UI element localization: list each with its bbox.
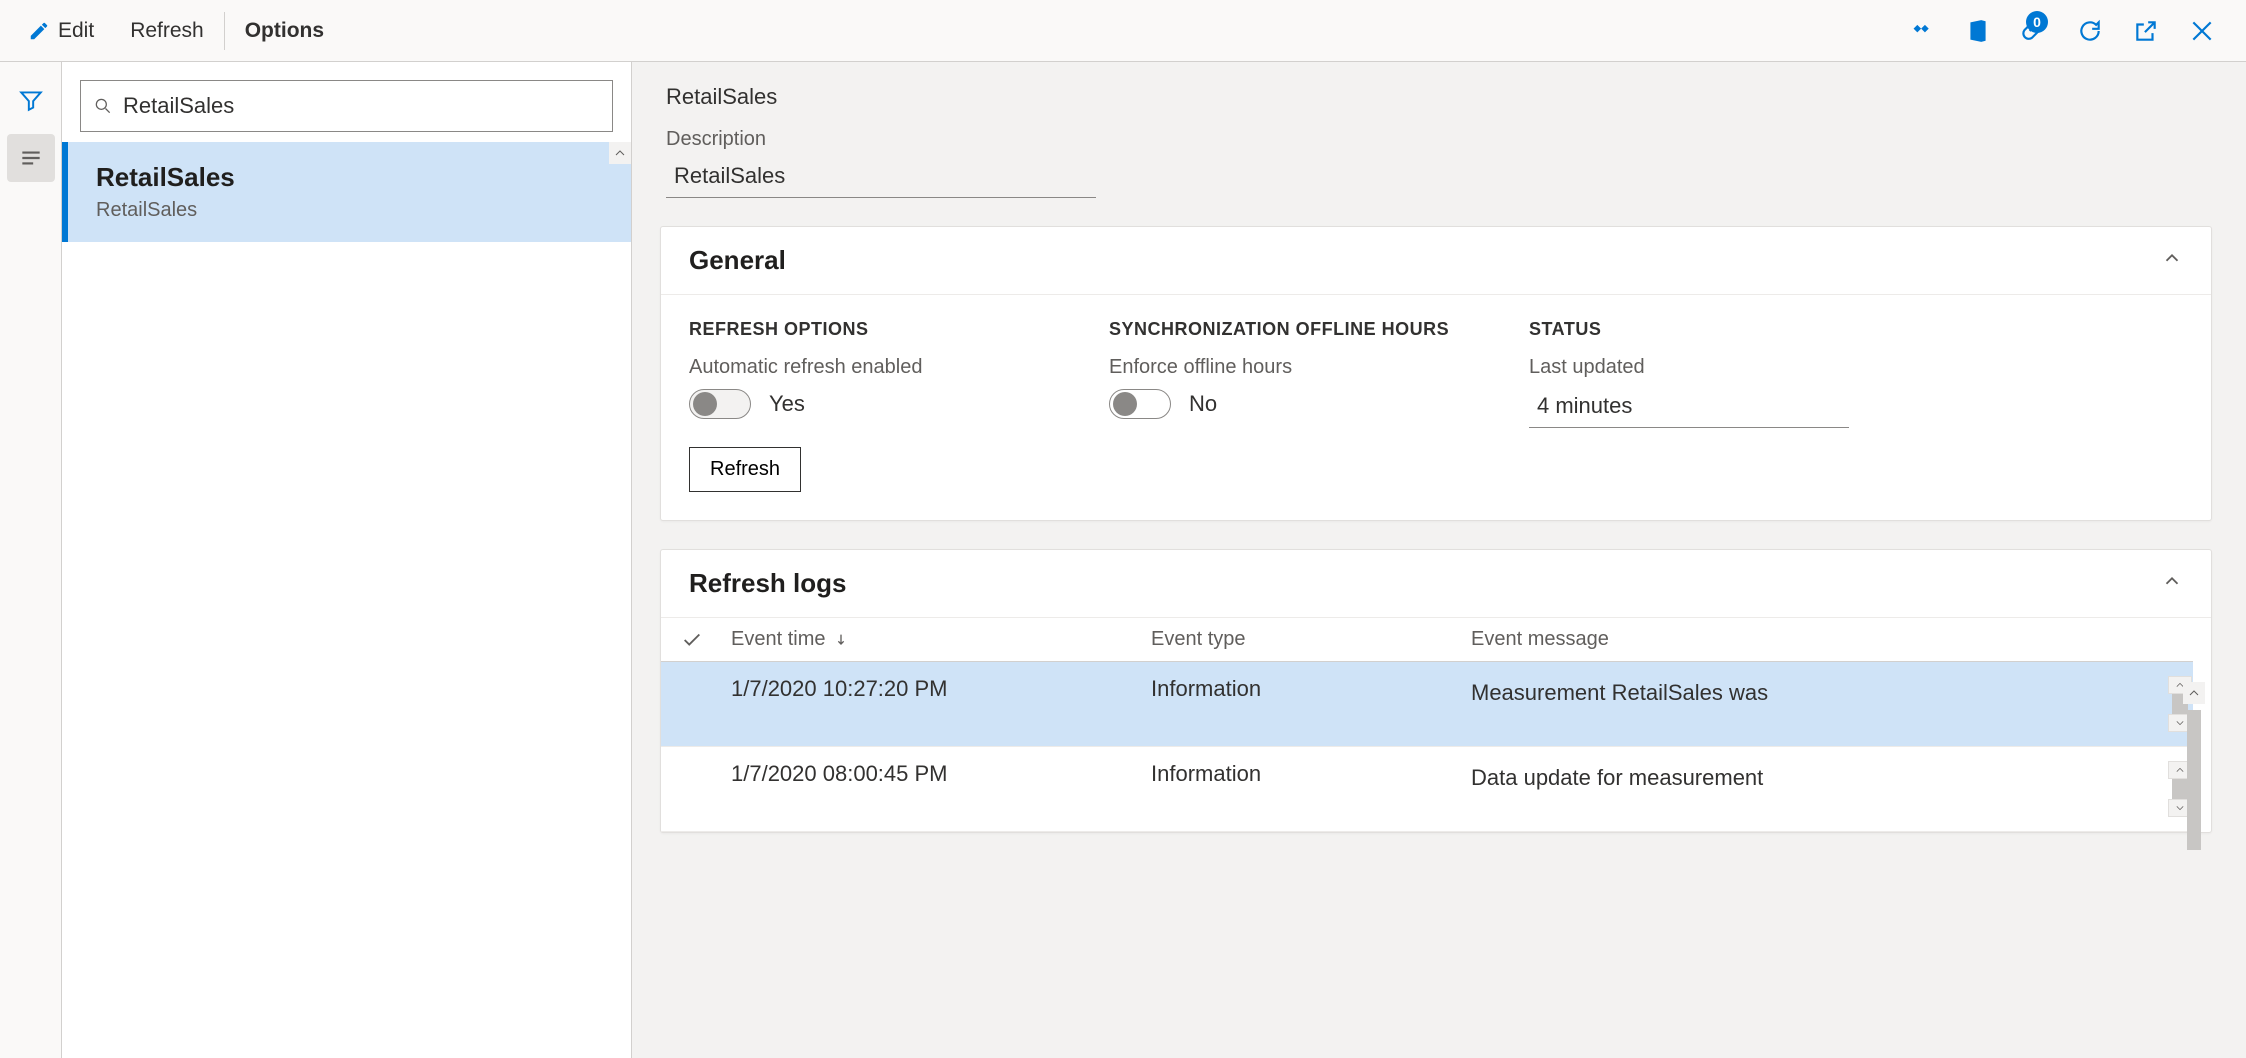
col-event-message[interactable]: Event message bbox=[1471, 628, 2163, 651]
cell-event-time: 1/7/2020 10:27:20 PM bbox=[731, 676, 1151, 702]
pencil-icon bbox=[28, 20, 50, 42]
auto-refresh-toggle[interactable] bbox=[689, 389, 751, 419]
command-bar: Edit Refresh Options 0 bbox=[0, 0, 2246, 62]
enforce-label: Enforce offline hours bbox=[1109, 356, 1469, 379]
attachments-badge: 0 bbox=[2026, 11, 2048, 33]
popout-button[interactable] bbox=[2132, 17, 2160, 45]
scroll-up-icon[interactable] bbox=[609, 142, 631, 164]
list-item-title: RetailSales bbox=[96, 162, 603, 193]
list-item-subtitle: RetailSales bbox=[96, 199, 603, 222]
office-icon bbox=[1965, 18, 1991, 44]
sync-heading: SYNCHRONIZATION OFFLINE HOURS bbox=[1109, 319, 1469, 340]
description-value[interactable]: RetailSales bbox=[666, 159, 1096, 198]
popout-icon bbox=[2133, 18, 2159, 44]
status-heading: STATUS bbox=[1529, 319, 1889, 340]
refresh-logs-header[interactable]: Refresh logs bbox=[661, 550, 2211, 618]
refresh-logs-card: Refresh logs Event time bbox=[660, 549, 2212, 833]
sync-offline-group: SYNCHRONIZATION OFFLINE HOURS Enforce of… bbox=[1109, 319, 1469, 492]
col-event-type-label: Event type bbox=[1151, 628, 1246, 651]
col-event-type[interactable]: Event type bbox=[1151, 628, 1471, 651]
options-command[interactable]: Options bbox=[227, 0, 342, 62]
refresh-logs-title: Refresh logs bbox=[689, 568, 847, 599]
list-pane: RetailSales RetailSales bbox=[62, 62, 632, 1058]
command-bar-right: 0 bbox=[1908, 17, 2236, 45]
list-item[interactable]: RetailSales RetailSales bbox=[62, 142, 631, 242]
status-group: STATUS Last updated 4 minutes bbox=[1529, 319, 1889, 492]
command-bar-left: Edit Refresh Options bbox=[10, 0, 374, 62]
search-input[interactable] bbox=[123, 93, 600, 119]
table-row[interactable]: 1/7/2020 10:27:20 PM Information Measure… bbox=[661, 662, 2193, 747]
sort-down-icon bbox=[833, 632, 849, 648]
enforce-value: No bbox=[1189, 391, 1217, 417]
refresh-button[interactable]: Refresh bbox=[689, 447, 801, 492]
col-event-message-label: Event message bbox=[1471, 628, 1609, 651]
filter-button[interactable] bbox=[7, 76, 55, 124]
refresh-options-heading: REFRESH OPTIONS bbox=[689, 319, 1049, 340]
refresh-options-group: REFRESH OPTIONS Automatic refresh enable… bbox=[689, 319, 1049, 492]
cell-event-message: Data update for measurement bbox=[1471, 761, 2157, 794]
cell-event-type: Information bbox=[1151, 676, 1471, 702]
search-icon bbox=[93, 96, 113, 116]
grid-header: Event time Event type Event message bbox=[661, 618, 2193, 662]
attachments-button[interactable]: 0 bbox=[2020, 17, 2048, 45]
close-icon bbox=[2189, 18, 2215, 44]
options-label: Options bbox=[245, 19, 324, 43]
command-separator bbox=[224, 12, 225, 50]
col-event-time-label: Event time bbox=[731, 628, 825, 651]
refresh-command[interactable]: Refresh bbox=[112, 0, 222, 62]
main-layout: RetailSales RetailSales RetailSales Desc… bbox=[0, 62, 2246, 1058]
last-updated-label: Last updated bbox=[1529, 356, 1889, 379]
detail-pane: RetailSales Description RetailSales Gene… bbox=[632, 62, 2246, 1058]
enforce-offline-toggle[interactable] bbox=[1109, 389, 1171, 419]
auto-refresh-value: Yes bbox=[769, 391, 805, 417]
general-card-title: General bbox=[689, 245, 786, 276]
cell-event-message: Measurement RetailSales was bbox=[1471, 676, 2157, 709]
last-updated-value: 4 minutes bbox=[1529, 389, 1849, 428]
search-command[interactable] bbox=[342, 0, 374, 62]
chevron-up-icon bbox=[2161, 247, 2183, 274]
col-event-time[interactable]: Event time bbox=[731, 628, 1151, 651]
list-icon bbox=[18, 145, 44, 171]
search-box[interactable] bbox=[80, 80, 613, 132]
related-info-button[interactable] bbox=[1908, 17, 1936, 45]
description-label: Description bbox=[666, 128, 2212, 151]
nav-rail bbox=[0, 62, 62, 1058]
grid-scrollbar[interactable] bbox=[2183, 682, 2205, 902]
scroll-up-icon[interactable] bbox=[2183, 682, 2205, 704]
detail-header: RetailSales Description RetailSales bbox=[632, 62, 2246, 198]
list-body: RetailSales RetailSales bbox=[62, 142, 631, 1058]
refresh-label: Refresh bbox=[130, 19, 204, 43]
refresh-page-button[interactable] bbox=[2076, 17, 2104, 45]
cell-event-type: Information bbox=[1151, 761, 1471, 787]
logs-grid: Event time Event type Event message bbox=[661, 618, 2193, 832]
search-wrap bbox=[62, 62, 631, 142]
funnel-icon bbox=[18, 87, 44, 113]
edit-label: Edit bbox=[58, 19, 94, 43]
check-icon bbox=[681, 629, 703, 651]
table-row[interactable]: 1/7/2020 08:00:45 PM Information Data up… bbox=[661, 747, 2193, 832]
general-card: General REFRESH OPTIONS Automatic refres… bbox=[660, 226, 2212, 521]
list-scrollbar[interactable] bbox=[609, 142, 631, 1058]
cell-event-time: 1/7/2020 08:00:45 PM bbox=[731, 761, 1151, 787]
chevron-up-icon bbox=[2161, 570, 2183, 597]
select-all-checkbox[interactable] bbox=[661, 628, 731, 651]
diamond-icon bbox=[1909, 18, 1935, 44]
general-card-body: REFRESH OPTIONS Automatic refresh enable… bbox=[661, 295, 2211, 520]
page-title: RetailSales bbox=[666, 84, 2212, 110]
close-button[interactable] bbox=[2188, 17, 2216, 45]
general-card-header[interactable]: General bbox=[661, 227, 2211, 295]
auto-refresh-label: Automatic refresh enabled bbox=[689, 356, 1049, 379]
office-button[interactable] bbox=[1964, 17, 1992, 45]
edit-button[interactable]: Edit bbox=[10, 0, 112, 62]
refresh-icon bbox=[2077, 18, 2103, 44]
list-view-button[interactable] bbox=[7, 134, 55, 182]
